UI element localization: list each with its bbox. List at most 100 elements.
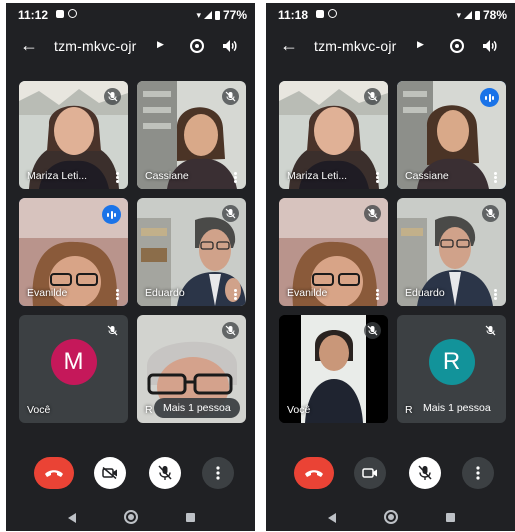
avatar: R (428, 339, 475, 385)
end-call-button[interactable] (294, 457, 334, 489)
switch-camera-icon[interactable] (450, 39, 464, 53)
camera-toggle-button[interactable] (354, 457, 386, 489)
mic-off-icon (482, 322, 499, 339)
mic-off-icon (364, 322, 381, 339)
nav-home-icon[interactable] (124, 510, 138, 524)
participant-name: Mariza Leti... (287, 170, 348, 182)
participant-tile[interactable]: R R Mais 1 pessoa (397, 315, 506, 423)
participant-tile[interactable]: Cassiane (137, 81, 246, 189)
more-options-icon (476, 466, 480, 480)
battery-percent: 78% (482, 8, 507, 22)
more-options-icon[interactable] (116, 289, 119, 300)
participant-name: Você (287, 404, 311, 416)
camera-toggle-button[interactable] (94, 457, 126, 489)
participant-name: Eduardo (405, 287, 445, 299)
mic-off-icon (364, 205, 381, 222)
back-arrow-icon[interactable]: ← (280, 35, 298, 55)
end-call-button[interactable] (34, 457, 74, 489)
system-nav-bar (266, 505, 515, 531)
participant-tile[interactable]: Mariza Leti... (19, 81, 128, 189)
mic-toggle-button[interactable] (409, 457, 441, 489)
more-options-icon[interactable] (234, 172, 237, 183)
more-people-chip[interactable]: Mais 1 pessoa (154, 398, 240, 418)
battery-icon (214, 10, 220, 20)
speaker-icon[interactable] (482, 39, 498, 53)
status-time: 11:12 (18, 8, 49, 22)
more-options-button[interactable] (462, 457, 494, 489)
system-status: ▾ 78% (456, 8, 507, 22)
more-options-icon[interactable] (494, 289, 497, 300)
more-people-chip[interactable]: Mais 1 pessoa (414, 398, 500, 418)
speaking-indicator-icon (480, 88, 499, 107)
system-status: ▾ 77% (196, 8, 247, 22)
signal-icon (463, 11, 472, 19)
participant-tile[interactable]: Evanilde (279, 198, 388, 306)
switch-camera-icon[interactable] (190, 39, 204, 53)
participant-name: Eduardo (145, 287, 185, 299)
status-time: 11:18 (278, 8, 309, 22)
nav-recents-icon[interactable] (186, 513, 195, 522)
mic-off-icon (482, 205, 499, 222)
mic-off-icon (158, 465, 172, 480)
more-options-icon[interactable] (234, 289, 237, 300)
participant-tile[interactable]: Mariza Leti... (279, 81, 388, 189)
back-arrow-icon[interactable]: ← (20, 35, 38, 55)
participant-tile[interactable]: R Mais 1 pessoa (137, 315, 246, 423)
meeting-code[interactable]: tzm-mkvc-ojr (314, 38, 397, 54)
battery-icon (474, 10, 480, 20)
nav-recents-icon[interactable] (446, 513, 455, 522)
participant-name: Evanilde (27, 287, 68, 299)
speaker-icon[interactable] (222, 39, 238, 53)
notification-icons (56, 9, 77, 18)
nav-back-icon[interactable] (68, 513, 76, 523)
chevron-right-icon[interactable]: ▶ (157, 39, 164, 50)
camera-icon (362, 468, 377, 478)
mic-off-icon (222, 88, 239, 105)
call-header: ← tzm-mkvc-ojr ▶ (266, 31, 515, 61)
more-options-icon[interactable] (494, 172, 497, 183)
signal-icon (203, 11, 212, 19)
participant-tile[interactable]: Eduardo (397, 198, 506, 306)
call-controls (6, 449, 255, 493)
call-controls (266, 449, 515, 493)
participant-name: Você (27, 404, 51, 416)
end-call-icon (45, 470, 63, 477)
more-options-icon[interactable] (116, 172, 119, 183)
wifi-icon: ▾ (456, 9, 461, 20)
message-icon (316, 9, 324, 18)
nav-home-icon[interactable] (384, 510, 398, 524)
mic-off-icon (104, 88, 121, 105)
self-tile[interactable]: M Você (19, 315, 128, 423)
participant-tile[interactable]: Cassiane (397, 81, 506, 189)
participant-tile[interactable]: Eduardo (137, 198, 246, 306)
avatar: M (50, 339, 97, 385)
call-header: ← tzm-mkvc-ojr ▶ (6, 31, 255, 61)
more-options-icon[interactable] (376, 172, 379, 183)
chevron-right-icon[interactable]: ▶ (417, 39, 424, 50)
more-options-button[interactable] (202, 457, 234, 489)
participant-name: Cassiane (405, 170, 449, 182)
mic-off-icon (364, 88, 381, 105)
call-screen-2: 11:18 ▾ 78% ← tzm-mkvc-ojr ▶ Mariza Leti… (266, 3, 515, 531)
speaking-indicator-icon (102, 205, 121, 224)
sync-icon (68, 9, 77, 18)
mic-toggle-button[interactable] (149, 457, 181, 489)
more-options-icon[interactable] (376, 289, 379, 300)
mic-off-icon (418, 465, 432, 480)
more-options-icon (216, 466, 220, 480)
participant-tile[interactable]: Evanilde (19, 198, 128, 306)
mic-off-icon (104, 322, 121, 339)
status-bar: 11:12 ▾ 77% (6, 3, 255, 25)
meeting-code[interactable]: tzm-mkvc-ojr (54, 38, 137, 54)
self-tile[interactable]: Você (279, 315, 388, 423)
system-nav-bar (6, 505, 255, 531)
participant-name: Cassiane (145, 170, 189, 182)
battery-percent: 77% (222, 8, 247, 22)
participant-name: R (145, 404, 153, 416)
notification-icons (316, 9, 337, 18)
call-screen-1: 11:12 ▾ 77% ← tzm-mkvc-ojr ▶ Mariza Leti… (6, 3, 255, 531)
participant-name: Mariza Leti... (27, 170, 88, 182)
nav-back-icon[interactable] (328, 513, 336, 523)
mic-off-icon (222, 205, 239, 222)
status-bar: 11:18 ▾ 78% (266, 3, 515, 25)
